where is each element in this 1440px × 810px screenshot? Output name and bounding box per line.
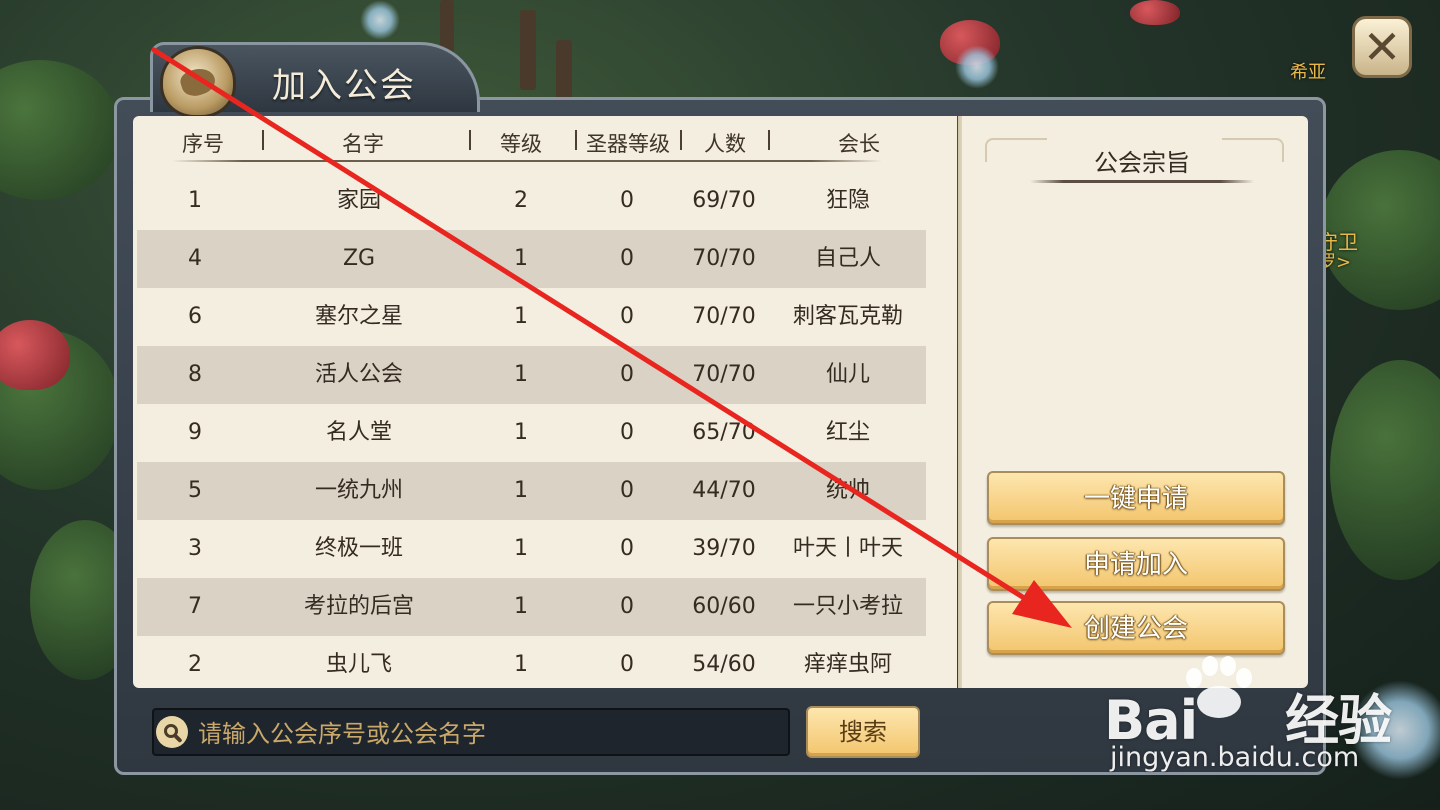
cell-member-count: 44/70 — [692, 478, 756, 503]
spore-puff — [360, 0, 400, 40]
cell-artifact-level: 0 — [620, 304, 634, 329]
header-separator — [469, 130, 471, 150]
cell-guild-leader: 刺客瓦克勒 — [792, 304, 903, 329]
cell-artifact-level: 0 — [620, 652, 634, 677]
cell-guild-leader: 叶天丨叶天 — [792, 536, 903, 561]
close-icon: ✕ — [1362, 20, 1402, 74]
table-row[interactable]: 2 虫儿飞 1 0 54/60 痒痒虫阿 — [137, 636, 926, 688]
search-button[interactable]: 搜索 — [806, 706, 920, 758]
cell-guild-no: 8 — [188, 362, 202, 387]
cell-member-count: 39/70 — [692, 536, 756, 561]
close-button[interactable]: ✕ — [1352, 16, 1412, 78]
cell-guild-level: 1 — [514, 478, 528, 503]
cell-guild-no: 9 — [188, 420, 202, 445]
cell-artifact-level: 0 — [620, 246, 634, 271]
cell-artifact-level: 0 — [620, 478, 634, 503]
table-row[interactable]: 1 家园 2 0 69/70 狂隐 — [137, 172, 926, 230]
bush — [0, 60, 120, 200]
cell-guild-no: 7 — [188, 594, 202, 619]
cell-member-count: 65/70 — [692, 420, 756, 445]
cell-guild-name: 名人堂 — [325, 420, 392, 445]
cell-guild-leader: 自己人 — [814, 246, 881, 271]
create-guild-button[interactable]: 创建公会 — [987, 601, 1285, 655]
guild-purpose-title: 公会宗旨 — [1094, 149, 1190, 177]
cell-guild-no: 5 — [188, 478, 202, 503]
cell-guild-name: 虫儿飞 — [325, 652, 392, 677]
table-row[interactable]: 7 考拉的后宫 1 0 60/60 一只小考拉 — [137, 578, 926, 636]
cell-member-count: 70/70 — [692, 304, 756, 329]
cell-guild-leader: 红尘 — [825, 420, 870, 445]
radish — [0, 320, 70, 390]
cell-member-count: 70/70 — [692, 362, 756, 387]
guild-emblem-icon — [160, 46, 236, 118]
cell-guild-no: 4 — [188, 246, 202, 271]
cell-artifact-level: 0 — [620, 420, 634, 445]
search-icon — [156, 716, 188, 748]
cell-guild-name: ZG — [342, 246, 376, 271]
column-header-no: 序号 — [182, 132, 224, 156]
cell-guild-no: 3 — [188, 536, 202, 561]
cell-artifact-level: 0 — [620, 536, 634, 561]
header-separator — [575, 130, 577, 150]
cell-guild-name: 考拉的后宫 — [303, 594, 414, 619]
cell-guild-leader: 统帅 — [825, 478, 870, 503]
cell-guild-leader: 狂隐 — [825, 188, 870, 213]
cell-guild-name: 塞尔之星 — [314, 304, 403, 329]
column-header-level: 等级 — [500, 132, 542, 156]
cell-guild-level: 1 — [514, 304, 528, 329]
apply-join-button[interactable]: 申请加入 — [987, 537, 1285, 591]
header-separator — [680, 130, 682, 150]
cell-member-count: 70/70 — [692, 246, 756, 271]
baidu-watermark-url: jingyan.baidu.com — [1110, 742, 1360, 773]
cell-member-count: 69/70 — [692, 188, 756, 213]
cell-guild-name: 一统九州 — [314, 478, 403, 503]
table-row[interactable]: 3 终极一班 1 0 39/70 叶天丨叶天 — [137, 520, 926, 578]
cell-guild-level: 1 — [514, 594, 528, 619]
dialog-title: 加入公会 — [272, 66, 416, 106]
table-row[interactable]: 5 一统九州 1 0 44/70 统帅 — [137, 462, 926, 520]
cell-guild-name: 家园 — [336, 188, 381, 213]
cell-guild-level: 1 — [514, 652, 528, 677]
fence-post — [520, 10, 536, 90]
cell-guild-no: 2 — [188, 652, 202, 677]
cell-guild-no: 6 — [188, 304, 202, 329]
search-input[interactable] — [196, 712, 780, 756]
cell-artifact-level: 0 — [620, 362, 634, 387]
radish — [1130, 0, 1180, 25]
cell-guild-leader: 仙儿 — [825, 362, 870, 387]
cell-guild-name: 终极一班 — [314, 536, 403, 561]
header-separator — [262, 130, 264, 150]
header-underline — [172, 160, 882, 162]
column-header-artifact-level: 圣器等级 — [586, 132, 670, 156]
fence-post — [556, 40, 572, 100]
cell-guild-level: 2 — [514, 188, 528, 213]
spore-puff — [955, 45, 999, 89]
cell-guild-no: 1 — [188, 188, 202, 213]
table-row[interactable]: 8 活人公会 1 0 70/70 仙儿 — [137, 346, 926, 404]
cell-guild-leader: 痒痒虫阿 — [803, 652, 892, 677]
column-header-name: 名字 — [342, 132, 384, 156]
cell-guild-leader: 一只小考拉 — [792, 594, 903, 619]
cell-guild-level: 1 — [514, 536, 528, 561]
header-separator — [768, 130, 770, 150]
cell-guild-level: 1 — [514, 362, 528, 387]
column-header-leader: 会长 — [838, 132, 880, 156]
column-header-members: 人数 — [704, 132, 746, 156]
table-row[interactable]: 6 塞尔之星 1 0 70/70 刺客瓦克勒 — [137, 288, 926, 346]
cell-guild-level: 1 — [514, 420, 528, 445]
cell-member-count: 54/60 — [692, 652, 756, 677]
cell-guild-level: 1 — [514, 246, 528, 271]
quick-apply-button[interactable]: 一键申请 — [987, 471, 1285, 525]
table-row[interactable]: 9 名人堂 1 0 65/70 红尘 — [137, 404, 926, 462]
cell-member-count: 60/60 — [692, 594, 756, 619]
table-row[interactable]: 4 ZG 1 0 70/70 自己人 — [137, 230, 926, 288]
cell-artifact-level: 0 — [620, 594, 634, 619]
npc-name-label: 希亚 — [1290, 62, 1326, 83]
bush — [1330, 360, 1440, 580]
guild-purpose-underline — [1030, 180, 1254, 183]
cell-guild-name: 活人公会 — [314, 362, 403, 387]
cell-artifact-level: 0 — [620, 188, 634, 213]
